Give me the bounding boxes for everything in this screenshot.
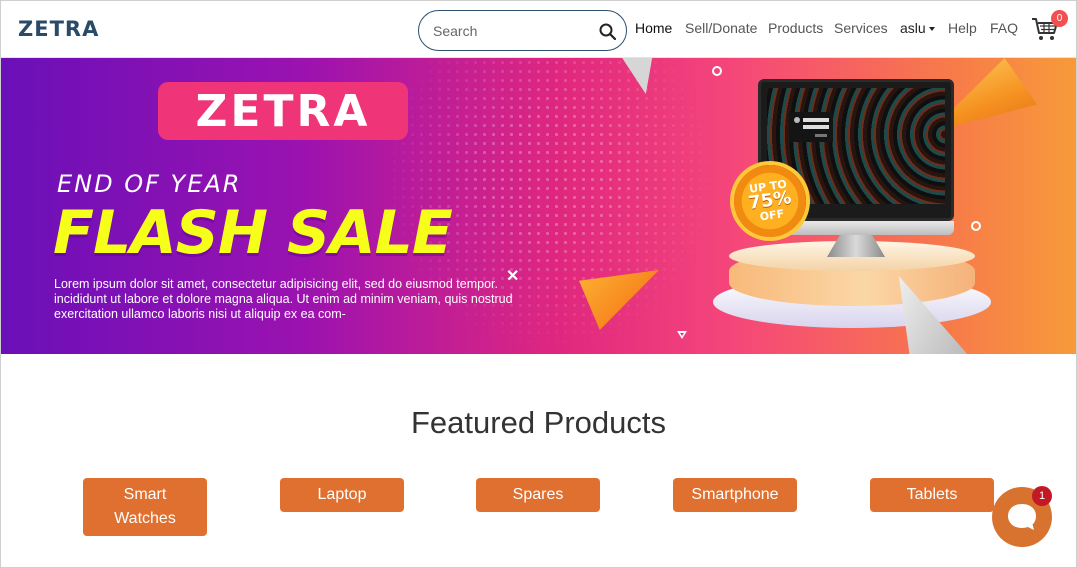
category-spares-button[interactable]: Spares (476, 478, 600, 512)
nav-sell-donate[interactable]: Sell/Donate (685, 20, 757, 36)
featured-title: Featured Products (410, 405, 667, 440)
search-icon (599, 23, 616, 40)
decor-ring (712, 66, 722, 76)
search-bar (418, 10, 627, 51)
nav-help[interactable]: Help (948, 20, 977, 36)
nav-services[interactable]: Services (834, 20, 888, 36)
hero-banner[interactable]: ✕ ZETRA END OF YEAR FLASH SALE Lorem ips… (1, 58, 1076, 354)
cart-count-badge: 0 (1051, 10, 1068, 27)
hero-brand-badge: ZETRA (158, 82, 408, 140)
chat-notification-badge: 1 (1032, 486, 1052, 506)
site-logo[interactable]: ZETRA (18, 17, 99, 41)
category-laptop-button[interactable]: Laptop (280, 478, 404, 512)
nav-user-menu[interactable]: aslu (900, 20, 935, 36)
decor-ring (971, 221, 981, 231)
category-smart-watches-button[interactable]: Smart Watches (83, 478, 207, 536)
search-input[interactable] (433, 20, 583, 42)
navbar: ZETRA Home Sell/Donate Products Services… (0, 0, 1077, 58)
hero-title: FLASH SALE (53, 198, 453, 268)
hero-kicker: END OF YEAR (57, 170, 242, 198)
login-screen-icon (789, 112, 833, 142)
caret-down-icon (928, 27, 935, 31)
nav-home[interactable]: Home (635, 20, 672, 36)
category-tablets-button[interactable]: Tablets (870, 478, 994, 512)
chat-bubble-icon (1008, 504, 1036, 530)
category-smartphone-button[interactable]: Smartphone (673, 478, 797, 512)
decor-triangle (615, 58, 653, 94)
nav-faq[interactable]: FAQ (990, 20, 1018, 36)
decor-triangle-outline (677, 331, 687, 339)
seal-off: OFF (759, 207, 785, 224)
nav-user-label: aslu (900, 20, 926, 36)
hero-body-text: Lorem ipsum dolor sit amet, consectetur … (54, 277, 513, 321)
search-button[interactable] (595, 20, 619, 42)
monitor-stand (827, 235, 885, 257)
nav-products[interactable]: Products (768, 20, 823, 36)
